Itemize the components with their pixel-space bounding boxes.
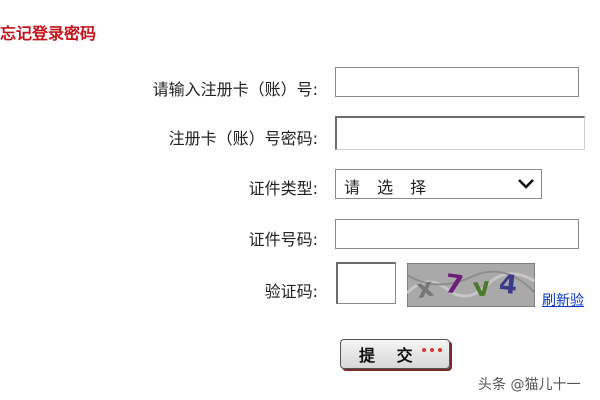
refresh-captcha-link[interactable]: 刷新验 (542, 290, 584, 310)
submit-button[interactable]: 提 交 (340, 339, 450, 369)
id-type-select[interactable]: 请 选 择 (335, 169, 542, 199)
submit-label: 提 交 (359, 346, 421, 365)
card-number-input[interactable] (335, 67, 579, 97)
captcha-label: 验证码: (264, 282, 318, 301)
id-number-input[interactable] (335, 219, 579, 249)
svg-text:v: v (472, 272, 492, 304)
id-type-label: 证件类型: (248, 179, 318, 198)
captcha-input[interactable] (336, 262, 396, 304)
password-input[interactable] (335, 116, 585, 150)
password-label: 注册卡（账）号密码: (168, 129, 318, 148)
svg-text:4: 4 (497, 269, 518, 301)
id-type-selected-value: 请 选 择 (344, 178, 433, 197)
watermark-text: 头条 @猫儿十一 (478, 377, 581, 393)
id-number-label: 证件号码: (248, 230, 318, 249)
dots-icon (422, 348, 442, 352)
chevron-down-icon (518, 179, 534, 189)
captcha-image: x 7 v 4 (407, 263, 535, 307)
page-title: 忘记登录密码 (0, 24, 97, 43)
card-number-label: 请输入注册卡（账）号: (152, 80, 318, 99)
